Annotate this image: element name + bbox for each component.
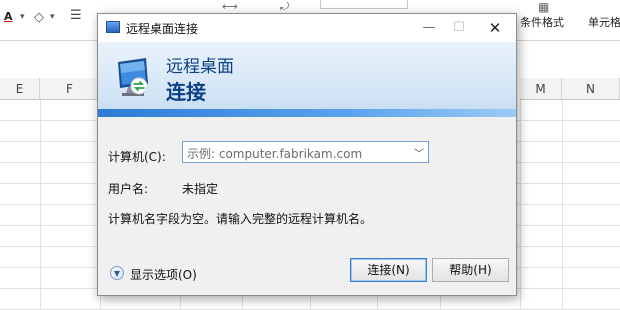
- dialog-title: 远程桌面连接: [126, 22, 199, 36]
- maximize-button: ☐: [453, 20, 465, 35]
- remote-desktop-app-icon: [106, 21, 120, 33]
- computer-input[interactable]: 示例: computer.fabrikam.com: [187, 145, 362, 162]
- computer-label: 计算机(C):: [108, 150, 166, 164]
- chevron-down-circle-icon[interactable]: ▼: [110, 266, 124, 280]
- banner-stripe: [98, 109, 516, 117]
- help-button[interactable]: 帮助(H): [432, 258, 509, 282]
- column-header[interactable]: F: [40, 78, 100, 100]
- column-header[interactable]: N: [562, 78, 620, 100]
- chevron-down-icon[interactable]: ﹀: [414, 145, 424, 160]
- number-format-select[interactable]: [320, 0, 408, 9]
- column-header[interactable]: M: [520, 78, 562, 100]
- connect-button[interactable]: 连接(N): [350, 258, 427, 282]
- user-value: 未指定: [182, 182, 219, 196]
- font-color-icon[interactable]: A: [4, 10, 13, 23]
- empty-name-hint: 计算机名字段为空。请输入完整的远程计算机名。: [108, 212, 373, 226]
- banner-title-line1: 远程桌面: [166, 57, 234, 77]
- dialog-banner: 远程桌面 连接: [98, 42, 516, 117]
- merge-icon[interactable]: ⟷: [222, 0, 238, 13]
- conditional-format-icon[interactable]: ▦: [538, 0, 549, 14]
- minimize-button[interactable]: —: [414, 18, 444, 38]
- conditional-format-button[interactable]: 条件格式: [520, 14, 564, 30]
- align-icon[interactable]: ☰: [70, 8, 82, 23]
- title-bar[interactable]: 远程桌面连接 — ☐ ✕: [98, 14, 516, 42]
- remote-desktop-monitor-icon: [118, 58, 148, 96]
- remote-desktop-dialog: 远程桌面连接 — ☐ ✕ 远程桌面 连接 计算机(C): 示例: compute…: [97, 13, 517, 296]
- close-button[interactable]: ✕: [480, 18, 510, 38]
- banner-title-line2: 连接: [166, 80, 206, 104]
- format-icon[interactable]: ⤾: [280, 0, 289, 14]
- font-color-dropdown-icon[interactable]: ▾: [20, 12, 25, 22]
- fill-color-dropdown-icon[interactable]: ▾: [50, 12, 55, 22]
- user-label: 用户名:: [108, 182, 149, 196]
- computer-combobox[interactable]: 示例: computer.fabrikam.com ﹀: [182, 141, 429, 163]
- show-options-label[interactable]: 显示选项(O): [130, 266, 197, 283]
- column-header[interactable]: E: [0, 78, 40, 100]
- cell-style-button[interactable]: 单元格: [588, 14, 620, 30]
- fill-color-icon[interactable]: ◇: [34, 10, 44, 25]
